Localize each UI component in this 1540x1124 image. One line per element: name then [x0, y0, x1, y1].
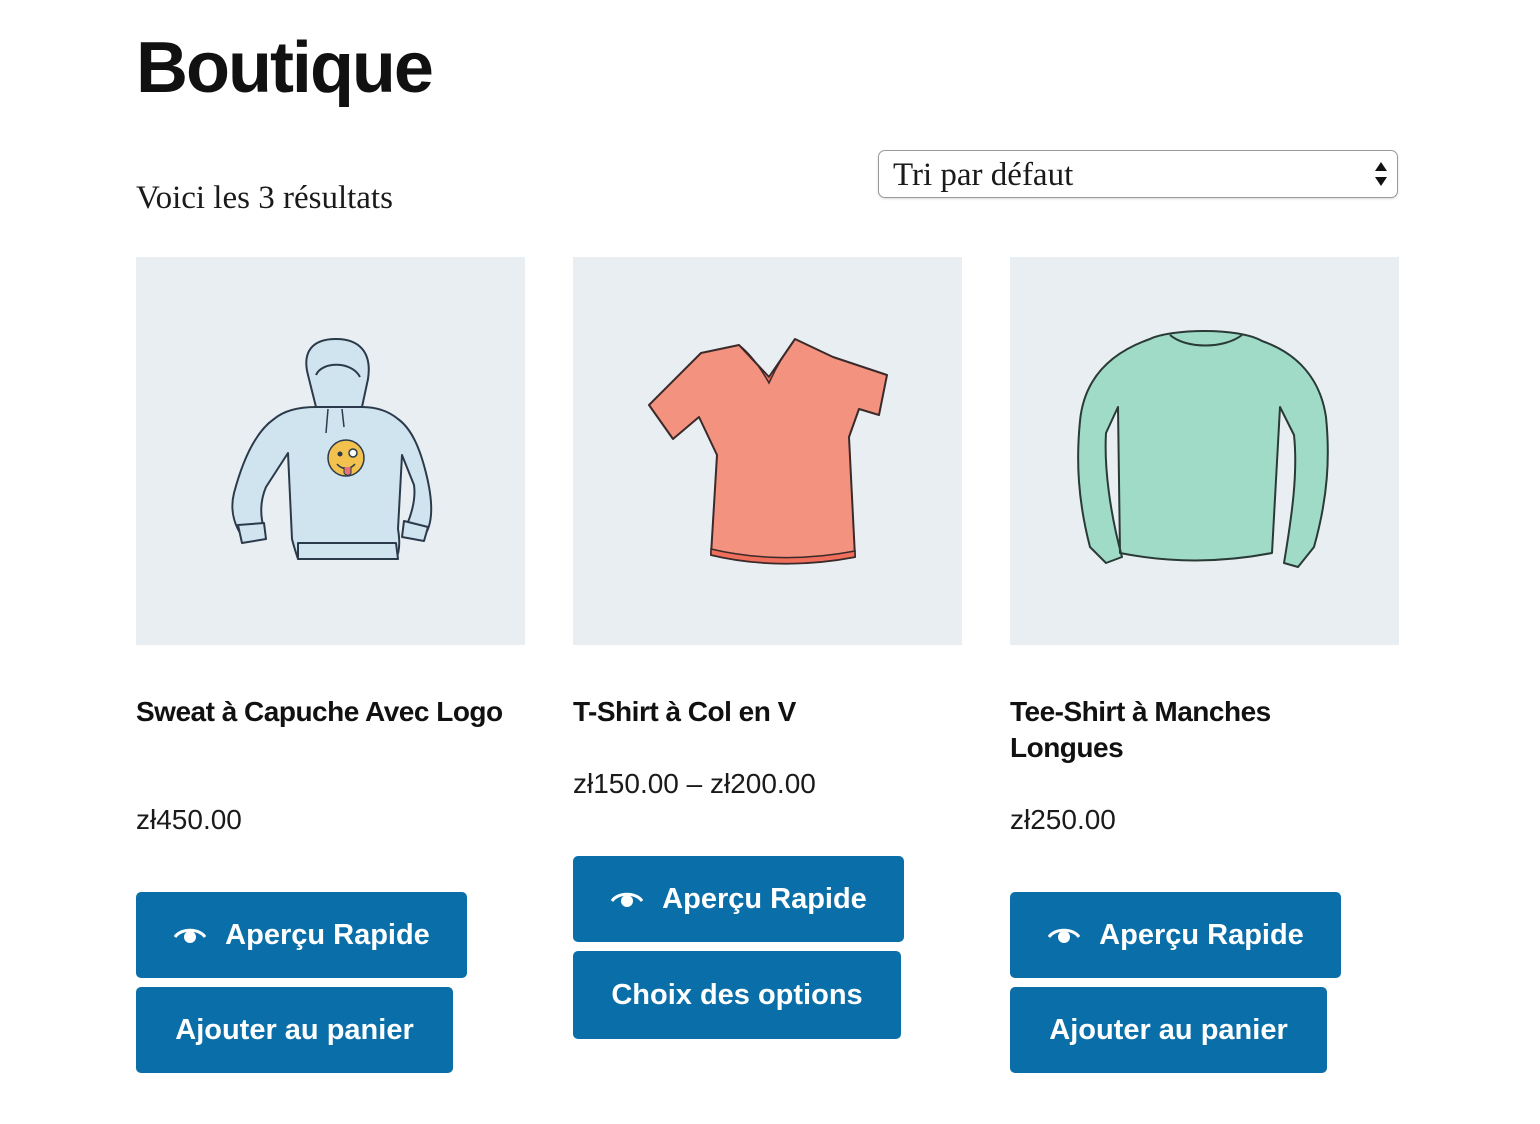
sort-select[interactable]: Tri par défaut [878, 150, 1398, 198]
select-options-button[interactable]: Choix des options [573, 951, 901, 1039]
eye-icon [1047, 928, 1081, 943]
eye-icon [610, 892, 644, 907]
product-image[interactable] [136, 257, 525, 645]
page-title: Boutique [136, 28, 434, 108]
product-title[interactable]: T-Shirt à Col en V [573, 694, 943, 730]
sort-select-value: Tri par défaut [893, 157, 1074, 193]
quick-view-button[interactable]: Aperçu Rapide [573, 856, 904, 942]
product-card: Tee-Shirt à Manches Longues zł250.00 Ape… [1010, 257, 1399, 1073]
product-title[interactable]: Sweat à Capuche Avec Logo [136, 694, 506, 730]
product-price: zł250.00 [1010, 804, 1116, 835]
result-count: Voici les 3 résultats [136, 180, 393, 216]
product-image[interactable] [573, 257, 962, 645]
quick-view-button[interactable]: Aperçu Rapide [136, 892, 467, 978]
add-to-cart-button[interactable]: Ajouter au panier [136, 987, 453, 1073]
select-arrows-icon [1375, 162, 1387, 186]
product-price: zł150.00 – zł200.00 [573, 768, 816, 799]
hoodie-illustration-icon [231, 338, 433, 560]
long-sleeve-tshirt-illustration-icon [1077, 330, 1329, 568]
product-card: T-Shirt à Col en V zł150.00 – zł200.00 A… [573, 257, 962, 1039]
quick-view-label: Aperçu Rapide [662, 882, 867, 915]
product-price: zł450.00 [136, 804, 242, 835]
vneck-tshirt-illustration-icon [648, 338, 888, 565]
quick-view-label: Aperçu Rapide [1099, 918, 1304, 951]
product-image[interactable] [1010, 257, 1399, 645]
add-to-cart-button[interactable]: Ajouter au panier [1010, 987, 1327, 1073]
quick-view-label: Aperçu Rapide [225, 918, 430, 951]
quick-view-button[interactable]: Aperçu Rapide [1010, 892, 1341, 978]
product-card: Sweat à Capuche Avec Logo zł450.00 Aperç… [136, 257, 525, 1073]
product-title[interactable]: Tee-Shirt à Manches Longues [1010, 694, 1380, 766]
eye-icon [173, 928, 207, 943]
